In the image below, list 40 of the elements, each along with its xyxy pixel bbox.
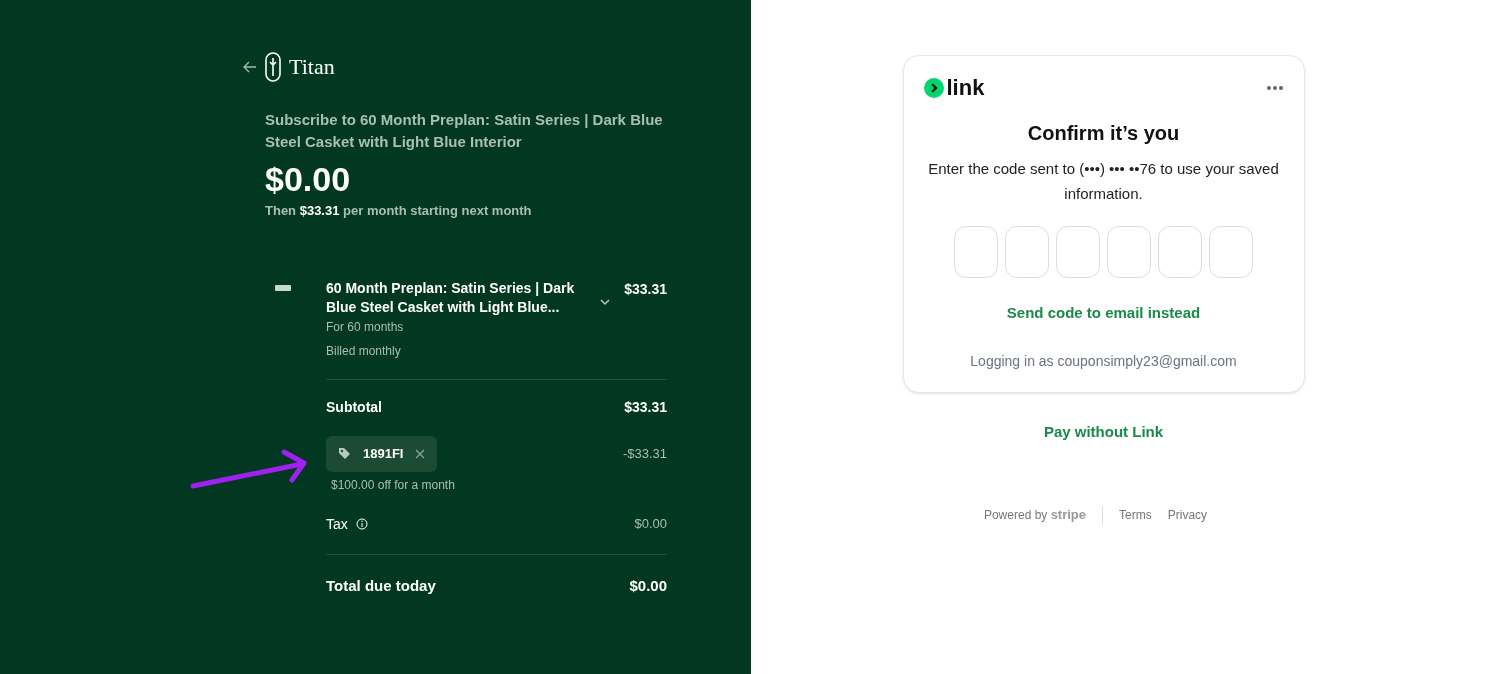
total-amount: $0.00 — [629, 575, 667, 596]
coupon-code: 1891FI — [363, 444, 404, 463]
code-message: Enter the code sent to (•••) ••• ••76 to use your saved information. — [927, 159, 1280, 204]
torch-logo-icon — [265, 51, 281, 82]
price: $0.00 — [265, 159, 352, 200]
more-options-icon[interactable] — [1265, 85, 1284, 91]
item-name: 60 Month Preplan: Satin Series | Dark Blue Steel Casket with Light Blue... — [326, 278, 576, 317]
info-icon[interactable] — [355, 518, 368, 530]
pay-without-link[interactable]: Pay without Link — [1043, 420, 1164, 443]
remove-coupon-icon[interactable] — [415, 448, 426, 459]
subtotal-amount: $33.31 — [624, 397, 667, 417]
item-billing: Billed monthly — [326, 342, 402, 360]
powered-by-text: Powered by stripe — [983, 506, 1087, 524]
subtotal-label: Subtotal — [326, 397, 382, 417]
back-arrow-icon[interactable] — [243, 60, 257, 73]
email-code-link[interactable]: Send code to email instead — [1006, 302, 1201, 325]
tax-amount: $0.00 — [634, 515, 667, 534]
link-logo-text: link — [946, 76, 985, 100]
tag-icon — [338, 447, 351, 460]
code-digit-field[interactable] — [954, 226, 998, 278]
coupon-note: $100.00 off for a month — [331, 476, 456, 494]
code-digit-field[interactable] — [1158, 226, 1202, 278]
brand-name: Titan — [289, 53, 335, 81]
recurring-note: Then $33.31 per month starting next month — [265, 202, 533, 220]
code-digit-field[interactable] — [1209, 226, 1253, 278]
item-price: $33.31 — [624, 279, 667, 299]
footer-link[interactable]: Terms — [1119, 505, 1152, 524]
product-thumbnail-icon — [275, 283, 291, 292]
logged-in-text: Logging in as couponsimply23@gmail.com — [970, 351, 1237, 371]
code-digit-field[interactable] — [1056, 226, 1100, 278]
code-digit-field[interactable] — [1005, 226, 1049, 278]
tax-label: Tax — [326, 514, 348, 534]
discount-amount: -$33.31 — [622, 444, 667, 463]
footer-link[interactable]: Privacy — [1167, 505, 1208, 524]
item-duration: For 60 months — [326, 318, 405, 336]
subscription-title: Subscribe to 60 Month Preplan: Satin Series | Dark Blue Steel Casket with Light Blue Interior — [265, 110, 664, 152]
code-digit-field[interactable] — [1107, 226, 1151, 278]
total-label: Total due today — [326, 575, 436, 596]
link-logo-icon — [923, 78, 944, 98]
confirm-heading: Confirm it’s you — [1027, 121, 1180, 146]
